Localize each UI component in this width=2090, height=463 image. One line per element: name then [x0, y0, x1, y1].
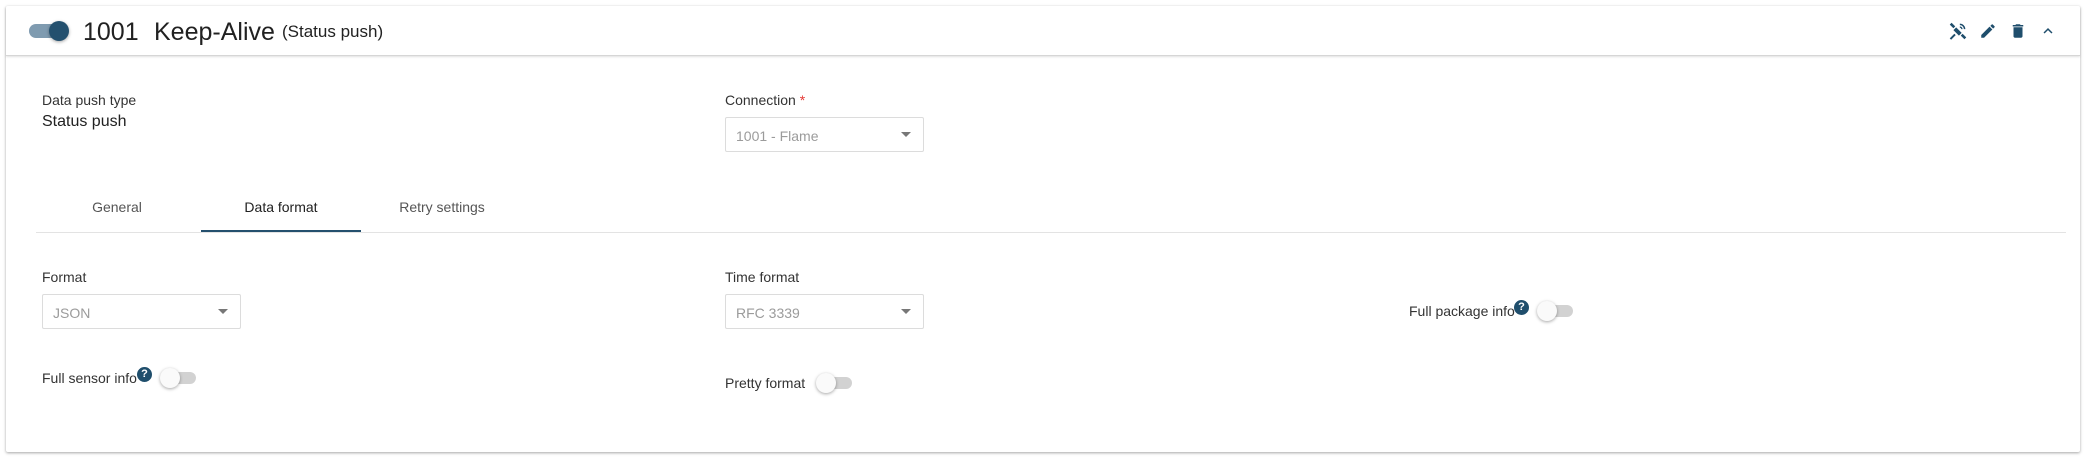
pretty-format-toggle[interactable]: [816, 373, 854, 393]
pencil-icon[interactable]: [1976, 19, 2000, 43]
toggle-thumb: [49, 21, 69, 41]
connection-label-text: Connection: [725, 92, 796, 108]
data-push-type-value: Status push: [42, 113, 127, 130]
tab-bar: General Data format Retry settings: [36, 187, 2066, 233]
time-format-select-value: RFC 3339: [736, 305, 800, 321]
toggle-thumb: [1537, 301, 1557, 321]
connection-select[interactable]: 1001 - Flame: [725, 117, 924, 152]
data-push-type-label: Data push type: [42, 92, 137, 108]
help-icon[interactable]: ?: [1514, 300, 1529, 315]
chevron-down-icon: [901, 309, 911, 314]
chevron-down-icon: [218, 309, 228, 314]
enabled-toggle[interactable]: [29, 20, 69, 42]
trash-icon[interactable]: [2006, 19, 2030, 43]
format-select[interactable]: JSON: [42, 294, 241, 329]
card-header[interactable]: 1001 Keep-Alive (Status push): [6, 6, 2080, 56]
format-select-value: JSON: [53, 305, 91, 321]
chevron-up-icon[interactable]: [2036, 19, 2060, 43]
push-name: Keep-Alive: [154, 18, 275, 46]
required-mark: *: [799, 92, 806, 108]
tab-retry-settings[interactable]: Retry settings: [362, 187, 522, 232]
toggle-thumb: [816, 373, 836, 393]
time-format-label: Time format: [725, 269, 800, 285]
header-actions: [1946, 19, 2060, 43]
connection-select-value: 1001 - Flame: [736, 128, 819, 144]
connection-label: Connection *: [725, 92, 805, 108]
full-package-info-toggle[interactable]: [1537, 301, 1575, 321]
time-format-select[interactable]: RFC 3339: [725, 294, 924, 329]
full-sensor-info-toggle[interactable]: [160, 368, 198, 388]
help-icon[interactable]: ?: [137, 367, 152, 382]
satellite-icon[interactable]: [1946, 19, 1970, 43]
full-package-info-label: Full package info: [1409, 303, 1515, 319]
tab-data-format[interactable]: Data format: [201, 187, 361, 232]
push-id: 1001: [83, 18, 139, 46]
pretty-format-label: Pretty format: [725, 375, 806, 391]
full-sensor-info-label: Full sensor info: [42, 370, 137, 386]
toggle-thumb: [160, 368, 180, 388]
format-label: Format: [42, 269, 87, 285]
push-type-label: (Status push): [282, 22, 384, 41]
chevron-down-icon: [901, 132, 911, 137]
tab-general[interactable]: General: [37, 187, 197, 232]
